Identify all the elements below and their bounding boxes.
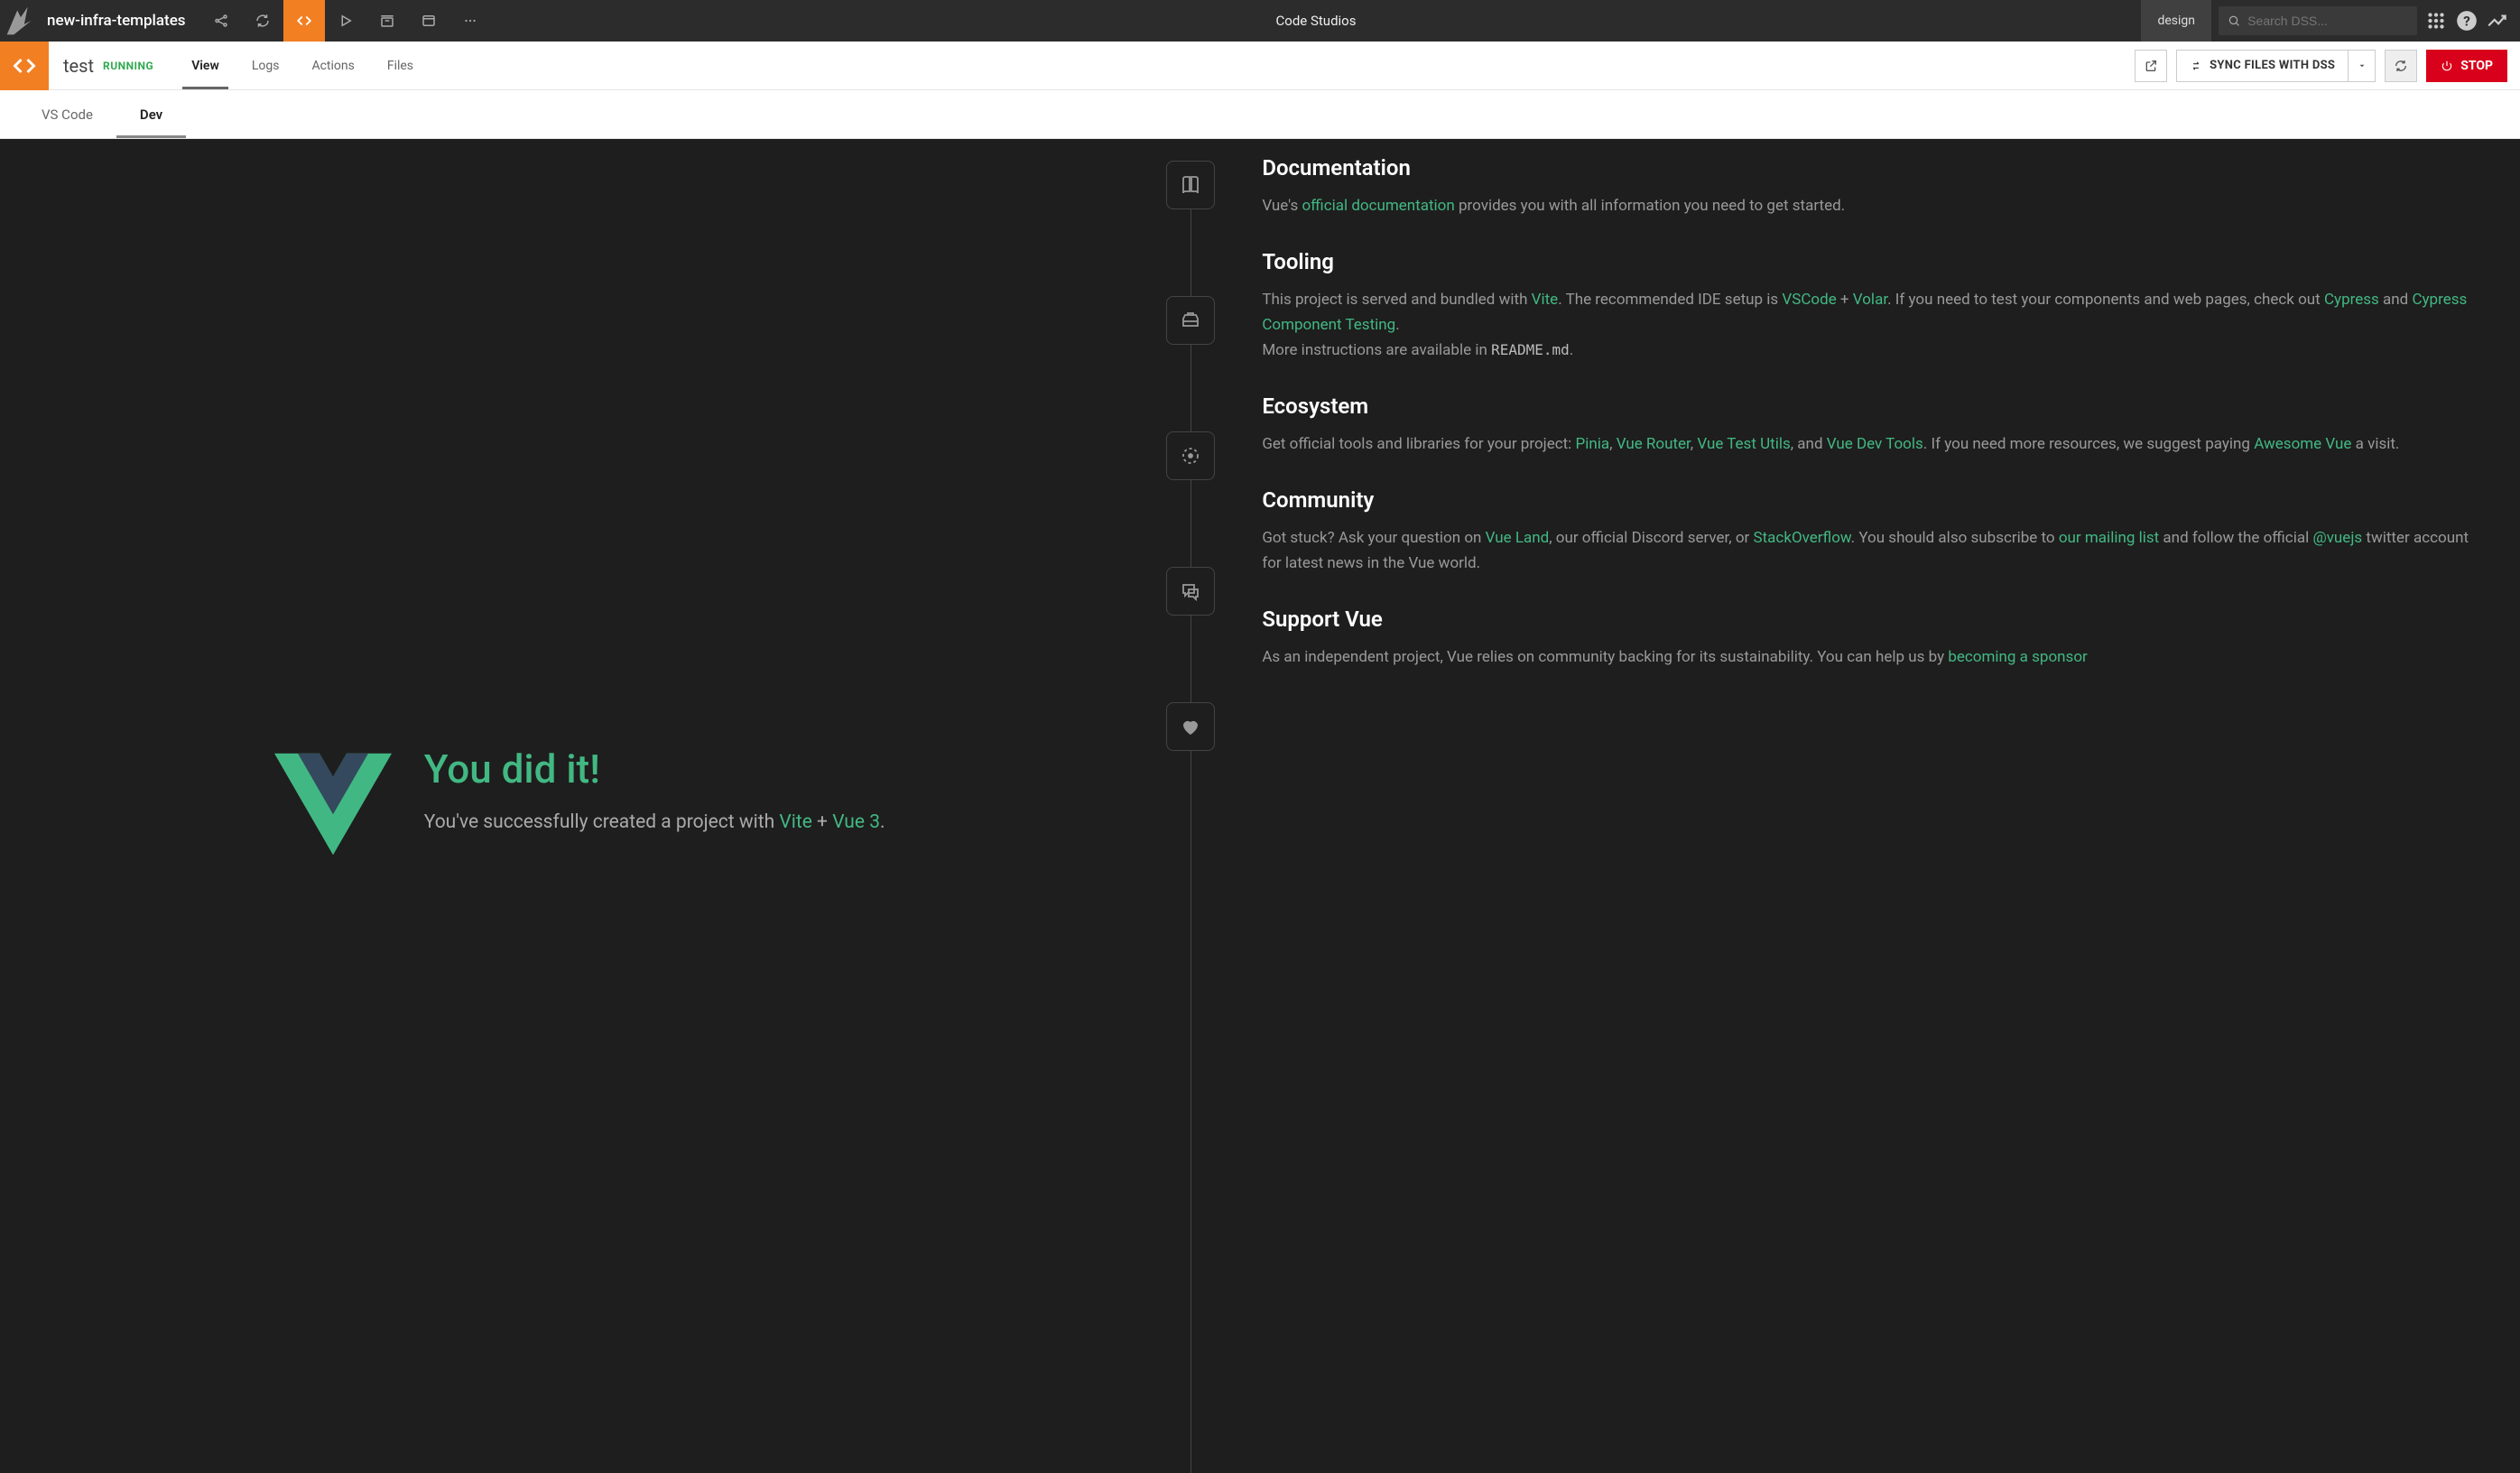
content: You did it! You've successfully created … <box>0 139 2520 1473</box>
dataiku-logo[interactable] <box>0 0 42 42</box>
link-vue-land[interactable]: Vue Land <box>1486 529 1550 547</box>
project-name[interactable]: new-infra-templates <box>42 12 200 30</box>
section-documentation: Documentation Vue's official documentati… <box>1262 155 2484 218</box>
ecosystem-icon <box>1166 431 1215 480</box>
link-stackoverflow[interactable]: StackOverflow <box>1754 529 1851 547</box>
hero: You did it! You've successfully created … <box>0 139 1159 1473</box>
tab-files[interactable]: Files <box>371 42 430 89</box>
heart-icon <box>1166 702 1215 751</box>
help-icon[interactable]: ? <box>2455 9 2478 32</box>
tab-vscode[interactable]: VS Code <box>18 90 116 138</box>
tab-logs[interactable]: Logs <box>236 42 296 89</box>
dashboard-icon[interactable] <box>408 0 449 42</box>
search-box[interactable] <box>2219 6 2417 35</box>
section-title: Tooling <box>1262 249 2484 274</box>
section-tooling: Tooling This project is served and bundl… <box>1262 249 2484 363</box>
code-studio-icon <box>0 42 49 90</box>
tab-actions[interactable]: Actions <box>295 42 370 89</box>
sync-icon <box>2190 60 2202 72</box>
breadcrumb: Code Studios <box>491 13 2142 29</box>
link-mailing-list[interactable]: our mailing list <box>2059 529 2159 547</box>
vue-logo <box>274 746 392 866</box>
cycle-icon[interactable] <box>242 0 283 42</box>
breadcrumb-title[interactable]: Code Studios <box>1276 13 1357 29</box>
status-badge: RUNNING <box>103 60 153 72</box>
link-twitter[interactable]: @vuejs <box>2312 529 2362 547</box>
section-community: Community Got stuck? Ask your question o… <box>1262 487 2484 576</box>
archive-icon[interactable] <box>366 0 408 42</box>
section-title: Documentation <box>1262 155 2484 181</box>
link-pinia[interactable]: Pinia <box>1576 435 1610 453</box>
toolbox-icon <box>1166 296 1215 345</box>
topbar-left: new-infra-templates <box>0 0 491 42</box>
link-devtools[interactable]: Vue Dev Tools <box>1827 435 1923 453</box>
link-vscode[interactable]: VSCode <box>1782 291 1836 309</box>
link-volar[interactable]: Volar <box>1853 291 1887 309</box>
secondbar: test RUNNING View Logs Actions Files SYN… <box>0 42 2520 90</box>
play-icon[interactable] <box>325 0 366 42</box>
studio-name: test <box>49 55 103 77</box>
refresh-button[interactable] <box>2385 50 2417 82</box>
sync-files-button[interactable]: SYNC FILES WITH DSS <box>2176 50 2376 82</box>
link-cypress[interactable]: Cypress <box>2324 291 2379 309</box>
link-vite[interactable]: Vite <box>1532 291 1559 309</box>
svg-text:?: ? <box>2463 13 2470 29</box>
sync-label: SYNC FILES WITH DSS <box>2210 59 2335 72</box>
search-icon <box>2228 14 2240 28</box>
secondbar-tabs: View Logs Actions Files <box>175 42 430 89</box>
thirdbar: VS Code Dev <box>0 90 2520 139</box>
mode-pill[interactable]: design <box>2141 0 2211 42</box>
tab-dev[interactable]: Dev <box>116 90 186 138</box>
section-title: Community <box>1262 487 2484 513</box>
link-vue3[interactable]: Vue 3 <box>832 811 880 833</box>
section-ecosystem: Ecosystem Get official tools and librari… <box>1262 394 2484 457</box>
power-icon <box>2441 60 2453 72</box>
topbar-right: design ? <box>2141 0 2520 42</box>
share-icon[interactable] <box>200 0 242 42</box>
timeline <box>1159 139 1222 1473</box>
apps-icon[interactable] <box>2424 9 2448 32</box>
section-title: Support Vue <box>1262 607 2484 632</box>
open-external-button[interactable] <box>2135 50 2167 82</box>
docs-column[interactable]: Documentation Vue's official documentati… <box>1222 139 2520 1473</box>
link-awesome-vue[interactable]: Awesome Vue <box>2254 435 2351 453</box>
hero-title: You did it! <box>424 746 885 792</box>
stop-button[interactable]: STOP <box>2426 50 2507 82</box>
more-icon[interactable] <box>449 0 491 42</box>
search-input[interactable] <box>2247 14 2408 28</box>
chat-icon <box>1166 567 1215 616</box>
tab-view[interactable]: View <box>175 42 236 89</box>
stop-label: STOP <box>2460 59 2493 73</box>
link-official-docs[interactable]: official documentation <box>1302 197 1454 215</box>
trend-icon[interactable] <box>2486 9 2509 32</box>
link-sponsor[interactable]: becoming a sponsor <box>1948 648 2087 666</box>
link-vite[interactable]: Vite <box>779 811 811 833</box>
hero-subtitle: You've successfully created a project wi… <box>424 809 885 838</box>
code-nav-icon[interactable] <box>283 0 325 42</box>
section-support: Support Vue As an independent project, V… <box>1262 607 2484 670</box>
book-icon <box>1166 161 1215 209</box>
secondbar-right: SYNC FILES WITH DSS STOP <box>2135 50 2520 82</box>
link-vtu[interactable]: Vue Test Utils <box>1697 435 1790 453</box>
sync-dropdown-caret[interactable] <box>2348 51 2375 81</box>
link-vue-router[interactable]: Vue Router <box>1617 435 1691 453</box>
topbar: new-infra-templates Code Studios design <box>0 0 2520 42</box>
hero-text: You did it! You've successfully created … <box>424 746 885 838</box>
readme-code: README.md <box>1491 341 1570 358</box>
section-title: Ecosystem <box>1262 394 2484 419</box>
